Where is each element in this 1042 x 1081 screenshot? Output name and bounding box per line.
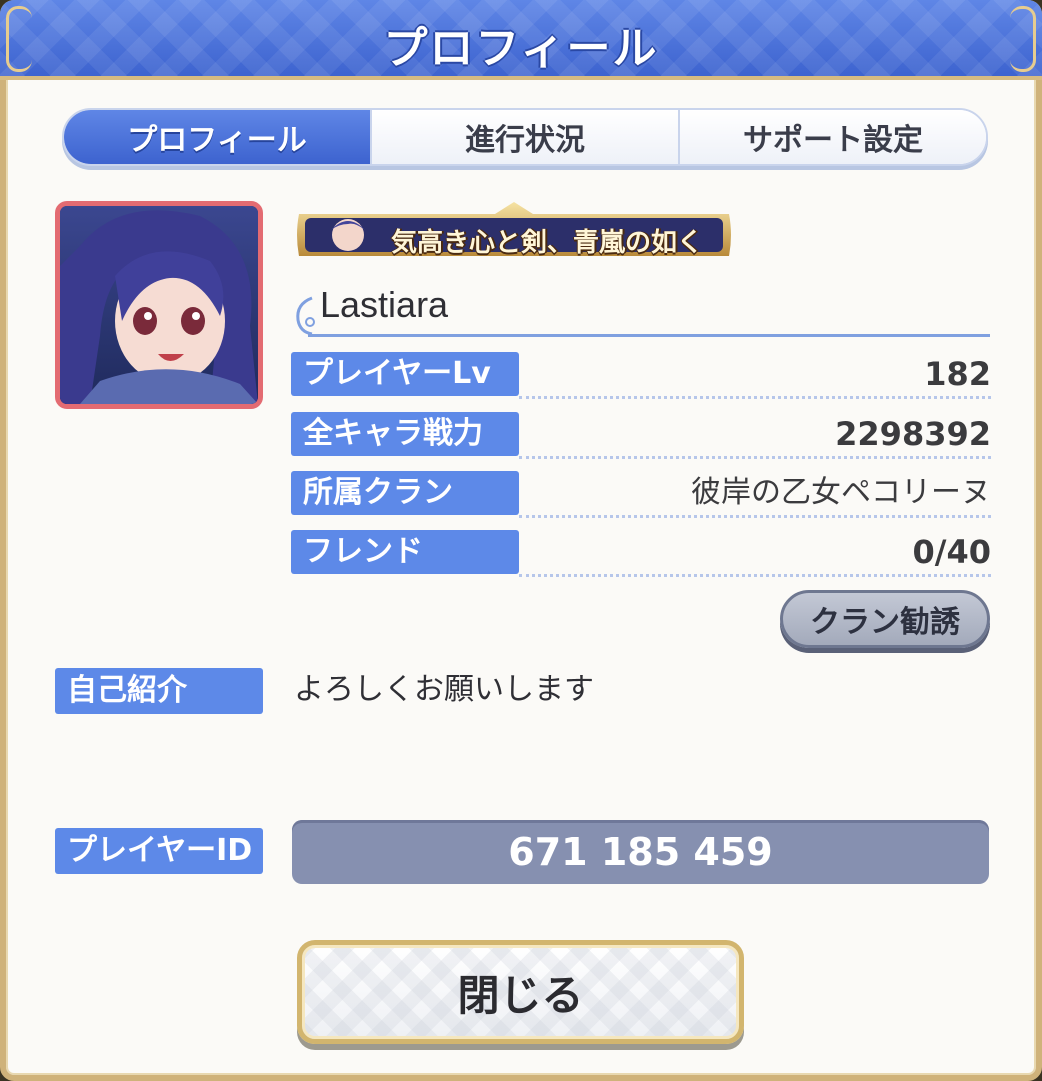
stat-label: フレンド <box>291 530 519 574</box>
stat-label: 全キャラ戦力 <box>291 412 519 456</box>
tab-support-settings[interactable]: サポート設定 <box>678 110 986 164</box>
stat-value: 2298392 <box>835 415 991 453</box>
dialog-title: プロフィール <box>383 23 659 74</box>
stat-label: プレイヤーLv <box>291 352 519 396</box>
stat-row-friends: フレンド 0/40 <box>291 530 991 577</box>
stat-value: 182 <box>924 355 991 393</box>
divider <box>519 515 991 518</box>
name-ornament-icon <box>296 296 315 336</box>
stat-row-clan: 所属クラン 彼岸の乙女ペコリーヌ <box>291 471 991 518</box>
stat-label: 所属クラン <box>291 471 519 515</box>
clan-invite-button[interactable]: クラン勧誘 <box>780 590 990 648</box>
title-banner[interactable]: 気高き心と剣、青嵐の如く <box>293 200 735 270</box>
close-button[interactable]: 閉じる <box>297 940 744 1044</box>
tab-bar: プロフィール 進行状況 サポート設定 <box>62 108 988 166</box>
stat-value: 彼岸の乙女ペコリーヌ <box>691 475 991 510</box>
title-banner-text: 気高き心と剣、青嵐の如く <box>391 228 704 258</box>
divider <box>519 396 991 399</box>
player-name-row: Lastiara <box>290 280 990 342</box>
player-name: Lastiara <box>320 284 449 325</box>
intro-text: よろしくお願いします <box>294 672 594 707</box>
player-id-label: プレイヤーID <box>55 828 263 874</box>
stat-row-total-power: 全キャラ戦力 2298392 <box>291 412 991 459</box>
divider <box>519 456 991 459</box>
divider <box>519 574 991 577</box>
intro-label: 自己紹介 <box>55 668 263 714</box>
player-id-value: 671 185 459 <box>292 820 989 884</box>
stat-row-player-level: プレイヤーLv 182 <box>291 352 991 399</box>
tab-profile[interactable]: プロフィール <box>64 110 370 164</box>
name-underline <box>308 334 990 337</box>
title-bar: プロフィール <box>0 0 1042 80</box>
tab-progress[interactable]: 進行状況 <box>370 110 678 164</box>
stat-value: 0/40 <box>912 533 991 571</box>
character-portrait-icon <box>60 206 258 404</box>
avatar[interactable] <box>55 201 263 409</box>
